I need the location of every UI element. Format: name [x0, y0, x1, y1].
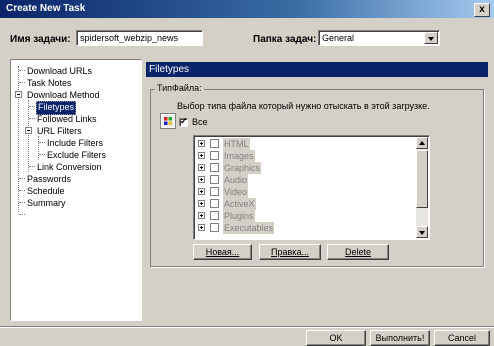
item-checkbox[interactable]: [210, 139, 219, 148]
tree-item-summary[interactable]: Summary: [27, 197, 66, 209]
expand-icon[interactable]: [198, 152, 205, 159]
tree-item-url-filters[interactable]: URL Filters: [37, 125, 82, 137]
tree-item-download-method[interactable]: Download Method: [27, 89, 100, 101]
list-item[interactable]: Graphics: [194, 162, 414, 174]
filetype-description: Выбор типа файла который нужно отыскать …: [177, 101, 430, 111]
list-item[interactable]: ActiveX: [194, 198, 414, 210]
tree-item-task-notes[interactable]: Task Notes: [27, 77, 72, 89]
item-checkbox[interactable]: [210, 163, 219, 172]
chevron-down-icon[interactable]: [424, 32, 438, 44]
expand-icon[interactable]: [198, 176, 205, 183]
item-checkbox[interactable]: [210, 211, 219, 220]
task-folder-label: Папка задач:: [253, 34, 317, 45]
window-title: Create New Task: [6, 3, 86, 14]
tree-item-passwords[interactable]: Passwords: [27, 173, 71, 185]
list-item[interactable]: Audio: [194, 174, 414, 186]
tree-item-include-filters[interactable]: Include Filters: [47, 137, 103, 149]
edit-filetype-button[interactable]: Правка...: [259, 244, 321, 260]
expand-icon[interactable]: [198, 188, 205, 195]
expand-icon[interactable]: [198, 164, 205, 171]
close-icon: x: [479, 4, 485, 15]
all-types-label: Все: [192, 117, 208, 127]
tree-item-exclude-filters[interactable]: Exclude Filters: [47, 149, 106, 161]
tree-item-schedule[interactable]: Schedule: [27, 185, 65, 197]
task-folder-value: General: [322, 33, 355, 43]
all-types-checkbox[interactable]: [179, 116, 188, 127]
tree-item-link-conversion[interactable]: Link Conversion: [37, 161, 102, 173]
panel-header: Filetypes: [146, 62, 488, 77]
tree-item-followed-links[interactable]: Followed Links: [37, 113, 97, 125]
list-item[interactable]: Images: [194, 150, 414, 162]
scroll-down-icon[interactable]: [416, 226, 428, 238]
list-item[interactable]: HTML: [194, 138, 414, 150]
expand-icon[interactable]: [198, 200, 205, 207]
title-bar[interactable]: Create New Task x: [0, 0, 494, 18]
item-checkbox[interactable]: [210, 199, 219, 208]
footer-divider: [0, 326, 494, 328]
task-name-label: Имя задачи:: [10, 34, 71, 45]
expand-icon[interactable]: [198, 212, 205, 219]
task-name-input[interactable]: [76, 30, 203, 46]
cancel-button[interactable]: Cancel: [434, 330, 490, 346]
item-checkbox[interactable]: [210, 175, 219, 184]
run-button[interactable]: Выполнить!: [370, 330, 430, 346]
tree-item-download-urls[interactable]: Download URLs: [27, 65, 92, 77]
item-checkbox[interactable]: [210, 223, 219, 232]
scroll-up-icon[interactable]: [416, 137, 428, 149]
panel-title: Filetypes: [149, 64, 190, 75]
ok-button[interactable]: OK: [306, 330, 366, 346]
item-checkbox[interactable]: [210, 151, 219, 160]
scroll-thumb[interactable]: [416, 150, 428, 208]
list-scrollbar[interactable]: [416, 137, 428, 238]
new-filetype-button[interactable]: Новая...: [193, 244, 252, 260]
task-folder-select[interactable]: General: [318, 30, 440, 46]
list-item[interactable]: Video: [194, 186, 414, 198]
filetype-list[interactable]: HTML Images Graphics Audio Video ActiveX…: [193, 135, 430, 240]
delete-filetype-button[interactable]: Delete: [327, 244, 389, 260]
settings-tree[interactable]: Download URLs Task Notes Download Method…: [10, 59, 142, 321]
list-item[interactable]: Plugins: [194, 210, 414, 222]
expand-icon[interactable]: [198, 224, 205, 231]
list-item[interactable]: Executables: [194, 222, 414, 234]
filetype-icon: [160, 113, 176, 129]
item-checkbox[interactable]: [210, 187, 219, 196]
filetype-group-label: ТипФайла:: [155, 83, 204, 93]
close-button[interactable]: x: [474, 3, 490, 17]
expand-icon[interactable]: [198, 140, 205, 147]
